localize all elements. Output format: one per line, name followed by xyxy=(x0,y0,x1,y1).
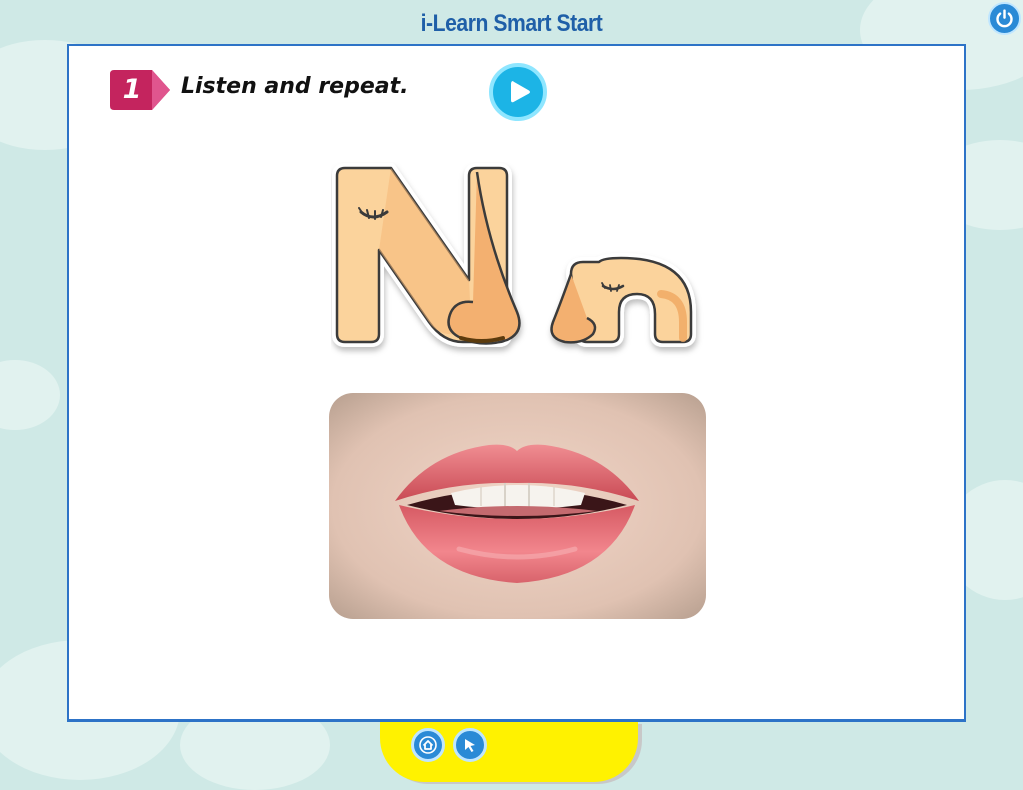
letter-nn-illustration xyxy=(332,163,696,347)
play-icon xyxy=(511,81,530,103)
power-button[interactable] xyxy=(988,2,1021,35)
bottom-toolbar xyxy=(380,722,638,782)
home-button[interactable] xyxy=(411,728,445,762)
mouth-photo xyxy=(329,393,706,619)
background-cloud xyxy=(0,360,60,430)
cursor-icon xyxy=(465,739,475,752)
app-title: i-Learn Smart Start xyxy=(420,10,603,37)
exercise-card: 1 Listen and repeat. xyxy=(67,44,966,722)
exercise-number-badge: 1 xyxy=(110,68,172,112)
pointer-tool-button[interactable] xyxy=(453,728,487,762)
home-icon xyxy=(419,736,437,754)
play-audio-button[interactable] xyxy=(489,63,547,121)
power-icon xyxy=(996,9,1013,28)
exercise-instruction: Listen and repeat. xyxy=(181,74,409,99)
exercise-number: 1 xyxy=(122,74,142,105)
